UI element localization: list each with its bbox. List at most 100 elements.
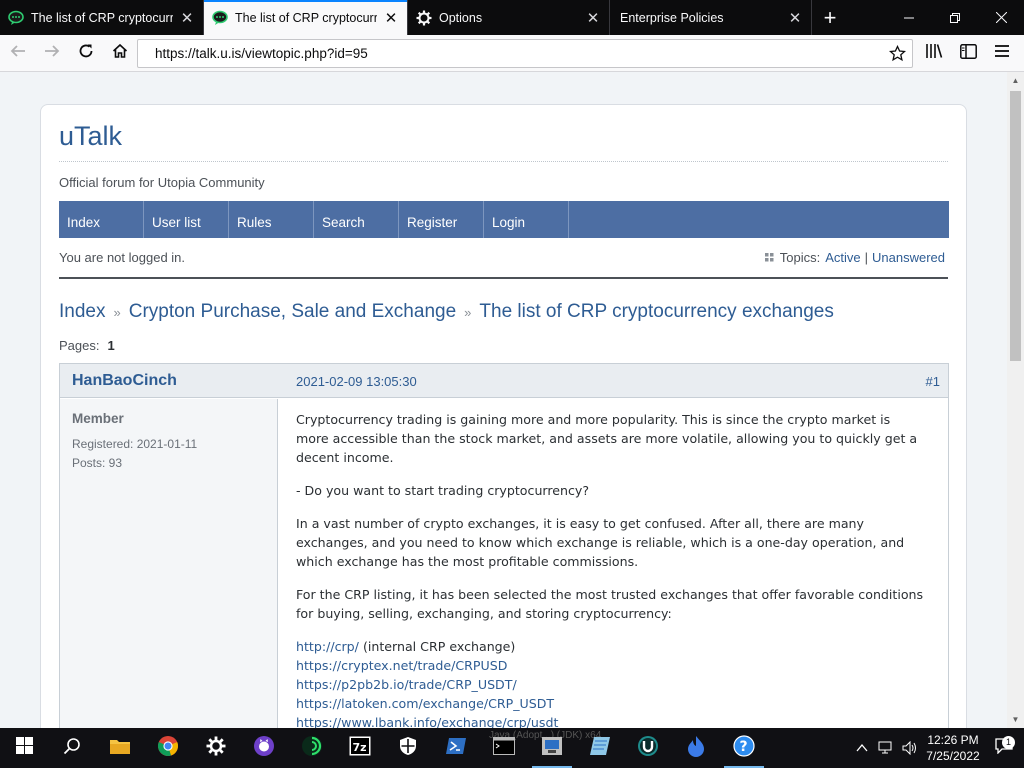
post-author[interactable]: HanBaoCinch [72, 372, 177, 390]
search-button[interactable] [48, 728, 96, 768]
taskbar-installer[interactable] [528, 728, 576, 768]
scrollbar-thumb[interactable] [1010, 91, 1021, 361]
back-button[interactable] [2, 38, 34, 68]
help-icon: ? [733, 734, 755, 762]
breadcrumb-topic[interactable]: The list of CRP cryptocurrency exchanges [479, 301, 833, 323]
forum-title[interactable]: uTalk [59, 121, 122, 152]
menu-item-login[interactable]: Login [484, 201, 569, 238]
post-paragraph: - Do you want to start trading cryptocur… [296, 483, 590, 498]
close-window-button[interactable] [978, 0, 1024, 35]
taskbar-file-explorer[interactable] [96, 728, 144, 768]
library-button[interactable] [918, 39, 950, 69]
topics-separator: | [864, 250, 868, 265]
author-role: Member [72, 411, 124, 426]
exchange-link[interactable]: https://latoken.com/exchange/CRP_USDT [296, 694, 926, 713]
new-tab-button[interactable]: + [812, 0, 848, 35]
taskbar-terminal[interactable] [480, 728, 528, 768]
home-button[interactable] [104, 38, 136, 68]
close-icon[interactable]: ✕ [787, 10, 803, 27]
post-paragraph: In a vast number of crypto exchanges, it… [296, 516, 905, 569]
post-number[interactable]: #1 [926, 374, 940, 389]
taskbar-notepad[interactable] [576, 728, 624, 768]
exchange-links: http://crp/ (internal CRP exchange) http… [296, 637, 926, 728]
breadcrumb-separator: » [113, 304, 121, 320]
tab-enterprise-policies[interactable]: Enterprise Policies ✕ [610, 0, 812, 35]
pagination: Pages: 1 [59, 338, 115, 353]
close-icon[interactable]: ✕ [383, 10, 399, 27]
taskbar-security[interactable] [384, 728, 432, 768]
start-button[interactable] [0, 728, 48, 768]
breadcrumb-category[interactable]: Crypton Purchase, Sale and Exchange [129, 301, 456, 323]
author-info: Member Registered: 2021-01-11 Posts: 93 [60, 399, 278, 728]
post-paragraph: For the CRP listing, it has been selecte… [296, 587, 924, 621]
forward-button[interactable] [36, 38, 68, 68]
menu-item-search[interactable]: Search [314, 201, 399, 238]
clock-date: 7/25/2022 [926, 749, 980, 763]
url-bar[interactable]: https://talk.u.is/viewtopic.php?id=95 [137, 39, 913, 68]
forum-description: Official forum for Utopia Community [59, 175, 265, 190]
url-text[interactable]: https://talk.u.is/viewtopic.php?id=95 [155, 46, 368, 61]
restore-button[interactable] [932, 0, 978, 35]
vertical-scrollbar[interactable]: ▲ ▼ [1007, 72, 1024, 728]
taskbar-settings[interactable] [192, 728, 240, 768]
menu-item-user-list[interactable]: User list [144, 201, 229, 238]
exchange-link[interactable]: http://crp/ [296, 639, 359, 654]
tab-crp-list-1[interactable]: The list of CRP cryptocurrency exchanges… [0, 0, 204, 35]
minimize-button[interactable] [886, 0, 932, 35]
scroll-down-icon[interactable]: ▼ [1007, 711, 1024, 728]
powershell-icon [445, 737, 467, 760]
current-page: 1 [107, 338, 115, 353]
exchange-link[interactable]: https://p2pb2b.io/trade/CRP_USDT/ [296, 675, 926, 694]
back-arrow-icon [9, 42, 27, 65]
topics-unanswered-link[interactable]: Unanswered [872, 250, 945, 265]
pages-label: Pages: [59, 338, 100, 353]
radar-app-icon [301, 735, 323, 762]
utopia-icon [637, 735, 659, 762]
home-icon [112, 43, 128, 64]
breadcrumb-separator: » [464, 304, 472, 320]
menu-item-register[interactable]: Register [399, 201, 484, 238]
close-icon[interactable]: ✕ [585, 10, 601, 27]
close-icon[interactable]: ✕ [179, 10, 195, 27]
post: HanBaoCinch 2021-02-09 13:05:30 #1 Membe… [59, 363, 949, 728]
exchange-link[interactable]: https://cryptex.net/trade/CRPUSD [296, 656, 926, 675]
bookmark-star-icon[interactable] [888, 44, 907, 65]
windows-logo-icon [15, 737, 33, 759]
divider [59, 277, 948, 279]
clock[interactable]: 12:26 PM 7/25/2022 [922, 732, 984, 764]
taskbar-powershell[interactable] [432, 728, 480, 768]
taskbar-utopia[interactable] [624, 728, 672, 768]
menu-button[interactable] [986, 39, 1018, 69]
link-row: http://crp/ (internal CRP exchange) [296, 637, 926, 656]
grid-icon [764, 250, 774, 265]
chevron-up-icon[interactable] [850, 744, 874, 752]
menu-item-rules[interactable]: Rules [229, 201, 314, 238]
svg-text:?: ? [740, 739, 748, 755]
reload-button[interactable] [70, 38, 102, 68]
network-icon[interactable] [874, 741, 898, 755]
topics-active-link[interactable]: Active [825, 250, 860, 265]
author-posts: Posts: 93 [72, 456, 123, 470]
taskbar-help[interactable]: ? [720, 728, 768, 768]
utopia-icon [8, 10, 24, 26]
breadcrumb-index[interactable]: Index [59, 301, 105, 323]
login-status: You are not logged in. [59, 250, 186, 265]
flame-app-icon [686, 735, 706, 762]
tab-options[interactable]: Options ✕ [408, 0, 610, 35]
scroll-up-icon[interactable]: ▲ [1007, 72, 1024, 89]
taskbar-github-desktop[interactable] [240, 728, 288, 768]
menu-item-index[interactable]: Index [59, 201, 144, 238]
taskbar-7zip[interactable]: 7z [336, 728, 384, 768]
sidebar-toggle-button[interactable] [952, 39, 984, 69]
tab-crp-list-2[interactable]: The list of CRP cryptocurrency exchanges… [204, 0, 408, 35]
taskbar-app-green[interactable] [288, 728, 336, 768]
post-date[interactable]: 2021-02-09 13:05:30 [296, 374, 417, 389]
taskbar-chrome[interactable] [144, 728, 192, 768]
exchange-link[interactable]: https://www.lbank.info/exchange/crp/usdt [296, 713, 926, 728]
notifications-button[interactable]: 1 [984, 735, 1024, 759]
topics-label: Topics: [779, 250, 821, 265]
volume-icon[interactable] [898, 741, 922, 755]
sidebar-icon [959, 43, 977, 64]
terminal-icon [493, 736, 515, 760]
taskbar-app-blue[interactable] [672, 728, 720, 768]
